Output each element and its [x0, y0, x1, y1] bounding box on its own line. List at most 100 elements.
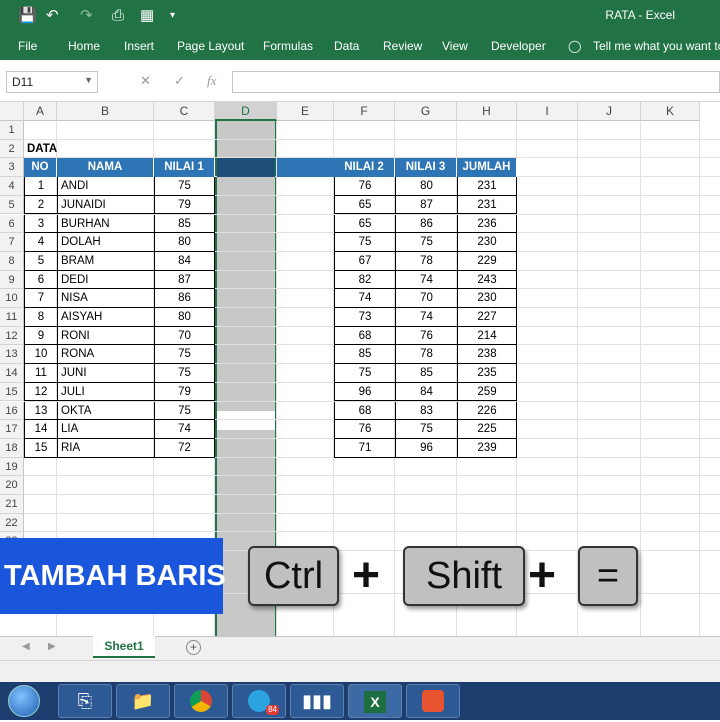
tab-formulas[interactable]: Formulas — [263, 39, 313, 53]
media-icon[interactable]: ▮▮▮ — [290, 684, 344, 718]
name-box[interactable]: D11 ▼ — [6, 71, 98, 93]
table-cell[interactable]: RIA — [57, 438, 154, 458]
column-header-d[interactable]: D — [215, 102, 277, 121]
column-header-b[interactable]: B — [57, 102, 154, 121]
table-cell[interactable]: 13 — [24, 401, 57, 421]
header-cell[interactable]: NILAI 1 — [154, 158, 215, 178]
table-cell[interactable]: JUNI — [57, 364, 154, 383]
row-header-19[interactable]: 19 — [0, 457, 24, 477]
table-cell[interactable]: 96 — [395, 438, 457, 458]
table-cell[interactable]: 84 — [395, 382, 457, 402]
table-cell[interactable]: AISYAH — [57, 308, 154, 327]
scroll-right-icon[interactable]: ▶ — [48, 641, 56, 652]
column-header-h[interactable]: H — [457, 102, 517, 121]
column-header-c[interactable]: C — [154, 102, 215, 121]
row-header-7[interactable]: 7 — [0, 233, 24, 252]
table-cell[interactable]: 75 — [334, 233, 395, 252]
table-cell[interactable]: 6 — [24, 270, 57, 290]
table-cell[interactable]: 231 — [457, 177, 517, 196]
header-cell[interactable]: NO — [24, 158, 57, 178]
table-cell[interactable]: OKTA — [57, 401, 154, 421]
table-cell[interactable]: NISA — [57, 289, 154, 308]
table-cell[interactable]: 82 — [334, 270, 395, 290]
table-cell[interactable]: 67 — [334, 251, 395, 271]
column-header-f[interactable]: F — [334, 102, 395, 121]
table-cell[interactable]: JULI — [57, 382, 154, 402]
row-header-1[interactable]: 1 — [0, 121, 24, 140]
tab-review[interactable]: Review — [383, 39, 422, 53]
table-cell[interactable]: DOLAH — [57, 233, 154, 252]
row-header-20[interactable]: 20 — [0, 476, 24, 495]
column-header-i[interactable]: I — [517, 102, 578, 121]
table-cell[interactable]: 87 — [154, 270, 215, 290]
table-cell[interactable]: 7 — [24, 289, 57, 308]
table-cell[interactable]: 11 — [24, 364, 57, 383]
excel-icon[interactable]: X — [348, 684, 402, 718]
cancel-icon[interactable]: ✕ — [140, 73, 151, 89]
table-cell[interactable]: DEDI — [57, 270, 154, 290]
table-cell[interactable]: 75 — [154, 401, 215, 421]
table-cell[interactable]: 79 — [154, 382, 215, 402]
table-cell[interactable]: 230 — [457, 289, 517, 308]
insert-function-icon[interactable]: fx — [207, 73, 216, 89]
tab-view[interactable]: View — [442, 39, 468, 53]
table-cell[interactable]: 12 — [24, 382, 57, 402]
table-cell[interactable]: 227 — [457, 308, 517, 327]
table-cell[interactable]: BURHAN — [57, 214, 154, 234]
table-cell[interactable]: 9 — [24, 326, 57, 346]
table-cell[interactable]: 230 — [457, 233, 517, 252]
table-cell[interactable]: 65 — [334, 195, 395, 215]
new-sheet-button[interactable]: + — [186, 640, 201, 655]
row-header-5[interactable]: 5 — [0, 195, 24, 215]
table-cell[interactable]: 65 — [334, 214, 395, 234]
row-header-14[interactable]: 14 — [0, 364, 24, 383]
table-cell[interactable]: 3 — [24, 214, 57, 234]
table-cell[interactable]: 74 — [395, 308, 457, 327]
table-cell[interactable]: 80 — [154, 233, 215, 252]
tab-data[interactable]: Data — [334, 39, 359, 53]
table-cell[interactable]: 75 — [334, 364, 395, 383]
table-cell[interactable]: 96 — [334, 382, 395, 402]
app-icon[interactable] — [406, 684, 460, 718]
table-cell[interactable]: 214 — [457, 326, 517, 346]
table-cell[interactable]: 75 — [154, 177, 215, 196]
chevron-down-icon[interactable]: ▼ — [84, 75, 93, 85]
row-header-21[interactable]: 21 — [0, 495, 24, 514]
row-header-17[interactable]: 17 — [0, 420, 24, 439]
tab-file[interactable]: File — [18, 39, 37, 53]
table-cell[interactable]: 14 — [24, 420, 57, 439]
row-header-16[interactable]: 16 — [0, 401, 24, 421]
table-cell[interactable]: JUNAIDI — [57, 195, 154, 215]
table-cell[interactable]: 76 — [395, 326, 457, 346]
active-cell-d11[interactable] — [217, 411, 275, 430]
table-cell[interactable]: 75 — [154, 345, 215, 365]
column-header-j[interactable]: J — [578, 102, 641, 121]
table-cell[interactable]: 225 — [457, 420, 517, 439]
row-header-3[interactable]: 3 — [0, 158, 24, 178]
scroll-left-icon[interactable]: ◀ — [22, 641, 30, 652]
table-cell[interactable]: 71 — [334, 438, 395, 458]
table-cell[interactable]: 85 — [154, 214, 215, 234]
start-orb-icon[interactable] — [8, 685, 40, 717]
tab-page-layout[interactable]: Page Layout — [177, 39, 244, 53]
table-cell[interactable]: 84 — [154, 251, 215, 271]
row-header-9[interactable]: 9 — [0, 270, 24, 290]
table-cell[interactable]: 85 — [334, 345, 395, 365]
table-cell[interactable]: 72 — [154, 438, 215, 458]
row-header-4[interactable]: 4 — [0, 177, 24, 196]
table-cell[interactable]: 80 — [154, 308, 215, 327]
explorer-icon[interactable]: ⎘ — [58, 684, 112, 718]
formula-input[interactable] — [232, 71, 720, 93]
table-cell[interactable]: 10 — [24, 345, 57, 365]
table-cell[interactable]: 79 — [154, 195, 215, 215]
tab-home[interactable]: Home — [68, 39, 100, 53]
table-cell[interactable]: 226 — [457, 401, 517, 421]
table-cell[interactable]: 78 — [395, 251, 457, 271]
row-header-13[interactable]: 13 — [0, 345, 24, 365]
header-cell[interactable]: NILAI 2 — [334, 158, 395, 178]
column-header-k[interactable]: K — [641, 102, 700, 121]
table-cell[interactable]: 87 — [395, 195, 457, 215]
row-header-22[interactable]: 22 — [0, 513, 24, 533]
table-cell[interactable]: 8 — [24, 308, 57, 327]
tab-developer[interactable]: Developer — [491, 39, 546, 53]
